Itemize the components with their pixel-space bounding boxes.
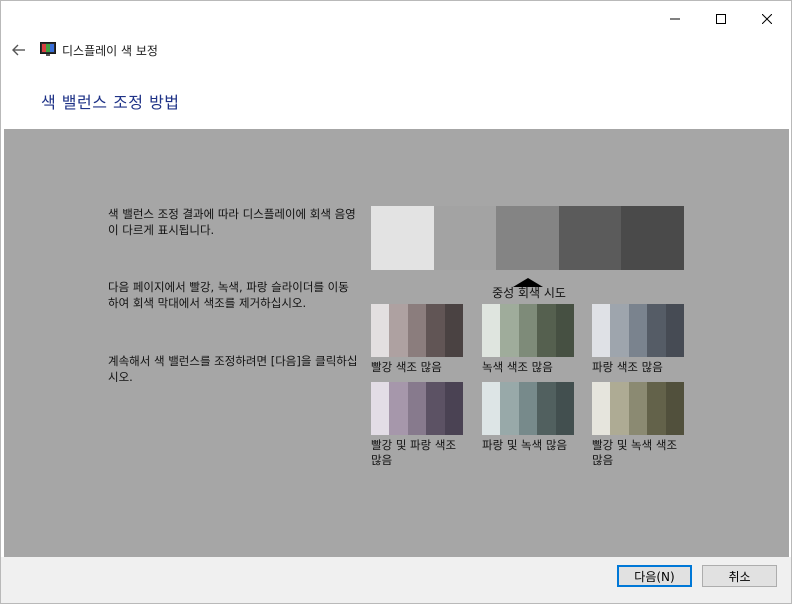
swatch-cell	[647, 304, 666, 357]
instruction-text-1: 색 밸런스 조정 결과에 따라 디스플레이에 회색 음영이 다르게 표시됩니다.	[108, 207, 356, 237]
swatch-cell	[555, 382, 575, 435]
maximize-button[interactable]	[698, 5, 744, 33]
swatch-cell	[389, 304, 408, 357]
swatch-cell	[444, 304, 464, 357]
swatch-strip	[371, 382, 464, 435]
swatch-cell	[537, 382, 556, 435]
close-button[interactable]	[744, 5, 790, 33]
display-icon	[40, 42, 56, 56]
button-bar: 다음(N) 취소	[1, 557, 791, 603]
swatch-cell	[407, 382, 427, 435]
minimize-icon	[670, 18, 680, 20]
swatch-red-green-cast: 빨강 및 녹색 색조 많음	[592, 382, 685, 468]
swatch-label: 파랑 색조 많음	[592, 360, 663, 374]
instruction-text-3: 계속해서 색 밸런스를 조정하려면 [다음]을 클릭하십시오.	[108, 354, 358, 384]
swatch-label: 파랑 및 녹색 많음	[482, 438, 568, 452]
swatch-strip	[592, 304, 685, 357]
page-title: 색 밸런스 조정 방법	[41, 93, 180, 112]
swatch-cell	[518, 304, 538, 357]
minimize-button[interactable]	[652, 5, 698, 33]
app-window: 디스플레이 색 보정 색 밸런스 조정 방법 색 밸런스 조정 결과에 따라 디…	[0, 0, 792, 604]
swatch-label: 빨강 및 녹색 색조 많음	[592, 438, 678, 467]
swatch-cell	[592, 382, 611, 435]
swatch-cell	[537, 304, 556, 357]
maximize-icon	[716, 14, 726, 24]
nav-row: 디스플레이 색 보정	[1, 37, 791, 63]
swatch-cell	[482, 382, 501, 435]
swatch-strip	[482, 382, 575, 435]
window-title: 디스플레이 색 보정	[62, 44, 158, 58]
back-button[interactable]	[8, 40, 30, 60]
title-bar	[1, 1, 791, 37]
swatch-cell	[407, 304, 427, 357]
next-button[interactable]: 다음(N)	[617, 565, 692, 587]
swatch-cell	[371, 382, 390, 435]
swatch-cell	[628, 382, 648, 435]
swatch-red-blue-cast: 빨강 및 파랑 색조 많음	[371, 382, 464, 468]
swatch-cell	[371, 304, 390, 357]
swatch-cell	[518, 382, 538, 435]
swatch-cell	[444, 382, 464, 435]
swatch-cell	[665, 382, 685, 435]
neutral-swatch	[496, 206, 559, 270]
swatch-cell	[500, 382, 519, 435]
neutral-swatch	[621, 206, 684, 270]
swatch-green-cast: 녹색 색조 많음	[482, 304, 575, 375]
back-arrow-icon	[12, 44, 25, 56]
swatch-label: 빨강 및 파랑 색조 많음	[371, 438, 457, 467]
swatch-cell	[482, 304, 501, 357]
swatch-cell	[628, 304, 648, 357]
neutral-gray-bar	[371, 206, 684, 270]
swatch-strip	[371, 304, 464, 357]
swatch-cell	[592, 304, 611, 357]
swatch-cell	[665, 304, 685, 357]
swatch-label: 녹색 색조 많음	[482, 360, 553, 374]
cancel-button[interactable]: 취소	[702, 565, 777, 587]
swatch-cell	[426, 382, 445, 435]
swatch-cell	[647, 382, 666, 435]
swatch-cell	[610, 304, 629, 357]
swatch-cell	[555, 304, 575, 357]
swatch-blue-green-cast: 파랑 및 녹색 많음	[482, 382, 575, 453]
neutral-swatch	[558, 206, 622, 270]
instruction-text-2: 다음 페이지에서 빨강, 녹색, 파랑 슬라이더를 이동하여 회색 막대에서 색…	[108, 280, 349, 310]
close-icon	[762, 14, 772, 24]
calibration-panel: 색 밸런스 조정 결과에 따라 디스플레이에 회색 음영이 다르게 표시됩니다.…	[4, 129, 789, 557]
neutral-swatch	[433, 206, 497, 270]
neutral-swatch	[371, 206, 434, 270]
swatch-label: 빨강 색조 많음	[371, 360, 442, 374]
swatch-strip	[482, 304, 575, 357]
neutral-gray-label: 중성 회색 시도	[492, 286, 566, 300]
swatch-strip	[592, 382, 685, 435]
swatch-cell	[426, 304, 445, 357]
swatch-blue-cast: 파랑 색조 많음	[592, 304, 685, 375]
swatch-cell	[389, 382, 408, 435]
swatch-red-cast: 빨강 색조 많음	[371, 304, 464, 375]
swatch-cell	[610, 382, 629, 435]
swatch-cell	[500, 304, 519, 357]
